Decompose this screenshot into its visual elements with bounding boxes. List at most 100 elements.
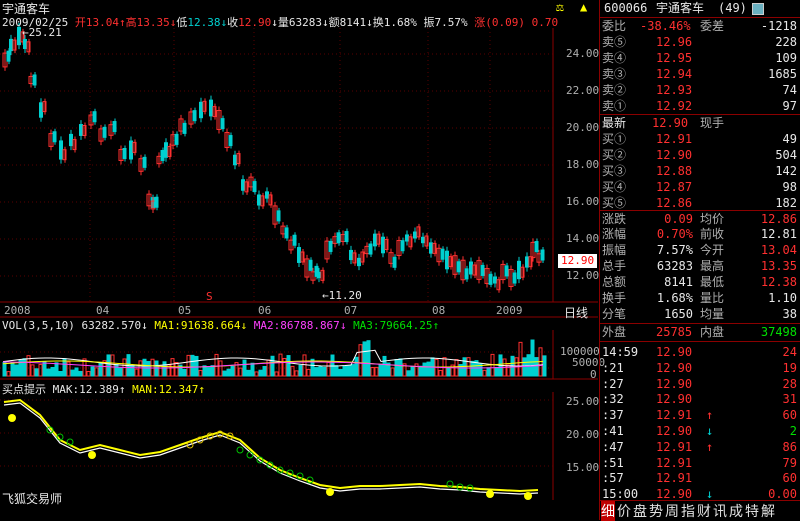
- arrow-down-icon: ↓: [366, 16, 373, 29]
- sell-level-label: 卖④: [602, 51, 627, 65]
- mak-label: MAK:: [52, 383, 80, 396]
- candle-down: [357, 257, 361, 267]
- buy-level-label: 买③: [602, 164, 627, 178]
- trade-time: :27: [602, 376, 624, 391]
- sell-price: 12.96: [656, 35, 693, 49]
- low-price-marker: ←11.20: [322, 289, 362, 302]
- buy-row: 买③ 12.88 142: [600, 163, 800, 180]
- candle-down: [6, 50, 11, 62]
- volume-bar-up: [482, 369, 487, 377]
- candle-down: [199, 101, 203, 119]
- sell-volume: 1685: [768, 67, 797, 81]
- panel-tab[interactable]: 指: [681, 501, 695, 521]
- buy-volume: 142: [775, 164, 797, 178]
- stat-value: 13.35: [760, 259, 797, 273]
- panel-tab[interactable]: 特: [745, 501, 759, 521]
- volume-bar-down: [114, 364, 119, 377]
- panel-toggle-icon[interactable]: [752, 3, 764, 15]
- outer-label: 外盘: [602, 325, 627, 339]
- stat-value: 1.10: [768, 291, 797, 305]
- volume-bar-down: [98, 362, 103, 377]
- volume-bar-down: [118, 367, 123, 377]
- candle-down: [488, 273, 493, 285]
- candle-down: [102, 126, 107, 138]
- volume-bar-down: [2, 362, 7, 377]
- tick-trades-list[interactable]: 14:59 12.90 24:21 12.90 19:27 12.90 28:32 12.90…: [600, 341, 800, 501]
- trade-row: :37 12.91 ↑ 60: [600, 407, 800, 423]
- chart-canvas[interactable]: [0, 0, 598, 520]
- man-value: 12.347: [158, 383, 199, 396]
- volume-bar-up: [6, 371, 11, 377]
- trade-price: 12.91: [656, 439, 693, 454]
- volume-bar-down: [486, 367, 491, 377]
- volume-bar-down: [346, 365, 351, 377]
- trade-price: 12.90: [656, 392, 693, 407]
- candle-down: [59, 140, 63, 160]
- s-sell-marker: S: [206, 290, 213, 303]
- panel-tab[interactable]: 势: [649, 501, 663, 521]
- buy-point-dot: [8, 414, 16, 422]
- stat-value: 12.81: [760, 227, 797, 241]
- candle-down: [52, 131, 57, 143]
- kline-chart-area[interactable]: 宇通客车 2009/02/25 开13.04↑高13.35↓低12.38↓收12…: [0, 0, 605, 520]
- period-tab-daily[interactable]: 日线: [564, 304, 588, 321]
- volume-bar-up: [254, 371, 259, 377]
- candle-down: [164, 142, 168, 158]
- trade-volume: 2: [789, 424, 797, 438]
- volume-bar-up: [238, 367, 243, 377]
- candle-down: [405, 234, 409, 242]
- panel-tab[interactable]: 解: [761, 501, 775, 521]
- price-tick-label: 12.00: [566, 269, 600, 282]
- arrow-down-icon: ↓: [321, 16, 329, 29]
- weight-icon[interactable]: ⚖: [556, 0, 564, 15]
- candle-down: [336, 232, 341, 244]
- candle-down: [464, 268, 469, 280]
- candle-down: [517, 260, 521, 280]
- trade-volume: 86: [782, 439, 797, 454]
- volume-bar-down: [210, 365, 215, 377]
- arrow-down-icon: ↓: [706, 424, 714, 438]
- trade-price: 12.91: [656, 471, 693, 486]
- volume-bar-up: [214, 353, 219, 377]
- info-close-label: 收: [227, 16, 239, 29]
- scroll-up-icon[interactable]: ▲: [580, 0, 587, 14]
- stat-value: 1.68%: [656, 291, 693, 305]
- sell-price: 12.93: [656, 83, 693, 97]
- candle-down: [142, 156, 147, 168]
- panel-tab[interactable]: 周: [665, 501, 679, 521]
- info-turn: 1.68%: [383, 16, 417, 29]
- volume-panel-header: VOL(3,5,10) 63282.570↓ MA1:91638.664↓ MA…: [2, 319, 439, 332]
- panel-tab[interactable]: 细: [601, 501, 615, 521]
- info-open-label: 开: [74, 16, 86, 29]
- candle-down: [456, 261, 461, 273]
- volume-bar-down: [314, 367, 319, 377]
- buy-point-dot: [88, 451, 96, 459]
- panel-tab[interactable]: 讯: [713, 501, 727, 521]
- volume-bar-up: [198, 369, 203, 377]
- volume-bar-down: [206, 367, 211, 377]
- panel-tab[interactable]: 价: [617, 501, 631, 521]
- stat-row: 总额 8141 最低 12.38: [600, 274, 800, 291]
- info-high: 13.35: [136, 16, 170, 29]
- candle-down: [297, 247, 301, 263]
- buy-zone-marker: [236, 446, 244, 454]
- arrow-down-icon: ↓: [141, 319, 148, 332]
- panel-tab[interactable]: 成: [729, 501, 743, 521]
- latest-row: 最新 12.90 现手: [600, 114, 800, 132]
- panel-tab[interactable]: 财: [697, 501, 711, 521]
- weicha-value: -1218: [760, 19, 797, 33]
- volume-bar-up: [438, 369, 443, 377]
- arrow-down-icon: ↓: [271, 16, 278, 29]
- volume-bar-up: [358, 344, 363, 377]
- panel-tab[interactable]: 盘: [633, 501, 647, 521]
- buy-zone-marker: [246, 451, 254, 459]
- buy-point-dot: [326, 488, 334, 496]
- stat-value: 8141: [664, 275, 693, 289]
- volume-bar-up: [302, 354, 307, 377]
- buy-price: 12.91: [656, 132, 693, 146]
- volume-bar-down: [58, 371, 63, 377]
- weicha-label: 委差: [700, 19, 725, 33]
- trade-row: :21 12.90 19: [600, 360, 800, 376]
- stat-value: 12.38: [760, 275, 797, 289]
- weibi-value: -38.46%: [640, 19, 691, 33]
